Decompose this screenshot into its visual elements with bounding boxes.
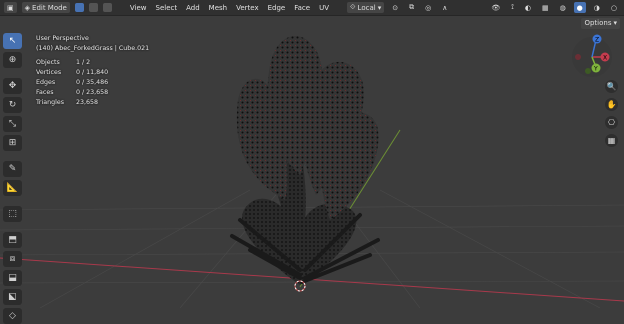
chevron-down-icon: ▾	[613, 19, 617, 27]
stat-value: 1 / 2	[76, 59, 91, 66]
grid-toggle-icon[interactable]: ▦	[605, 134, 618, 147]
mode-label: Edit Mode	[32, 3, 67, 12]
cube-icon: ▣	[7, 3, 14, 12]
transform-orientation-dropdown[interactable]: ⟐ Local ▾	[347, 2, 385, 13]
vertex-select-mode-icon[interactable]	[74, 3, 84, 12]
options-dropdown[interactable]: Options ▾	[581, 17, 620, 29]
viewport-text-overlay: User Perspective (140) Abec_ForkedGrass …	[36, 34, 149, 108]
menu-edge[interactable]: Edge	[266, 4, 288, 12]
annotate-tool-icon[interactable]: ✎	[3, 161, 22, 177]
overlays-icon[interactable]: ◐	[522, 2, 534, 13]
edge-select-mode-icon[interactable]	[88, 3, 98, 12]
header-options-row: Options ▾	[577, 16, 624, 30]
move-tool-icon[interactable]: ✥	[3, 78, 22, 94]
stat-value: 0 / 11,840	[76, 69, 109, 76]
falloff-icon[interactable]: ∧	[439, 2, 450, 13]
pan-hand-icon[interactable]: ✋	[605, 98, 618, 111]
menu-add[interactable]: Add	[184, 4, 202, 12]
rendered-shading-icon[interactable]: ○	[608, 2, 620, 13]
stat-value: 23,658	[76, 99, 99, 106]
chevron-down-icon: ▾	[377, 3, 382, 12]
menu-view[interactable]: View	[128, 4, 149, 12]
knife-tool-icon[interactable]: ◇	[3, 308, 22, 324]
orientation-label: Local	[357, 3, 376, 12]
viewport-gizmos-icon[interactable]: ⟟	[508, 2, 517, 13]
inset-tool-icon[interactable]: ⧈	[3, 251, 22, 267]
wireframe-shading-icon[interactable]: ◍	[557, 2, 569, 13]
gizmo-z-label: Z	[595, 37, 599, 44]
stat-label: Vertices	[36, 69, 62, 76]
rotate-tool-icon[interactable]: ↻	[3, 97, 22, 113]
mode-selector[interactable]: ◈ Edit Mode	[21, 2, 70, 13]
navigation-controls: 🔍 ✋ ⎔ ▦	[605, 80, 618, 147]
stat-label: Triangles	[36, 99, 65, 106]
snapping-icon[interactable]: ⧉	[406, 2, 417, 13]
menu-uv[interactable]: UV	[317, 4, 331, 12]
orientation-icon: ⟐	[350, 3, 356, 11]
extrude-tool-icon[interactable]: ⬒	[3, 232, 22, 248]
navigation-gizmo: X Z Y	[572, 34, 612, 77]
view-name: User Perspective	[36, 35, 89, 42]
stat-value: 0 / 35,486	[76, 79, 109, 86]
menu-select[interactable]: Select	[154, 4, 180, 12]
camera-view-icon[interactable]: ⎔	[605, 116, 618, 129]
menu-mesh[interactable]: Mesh	[207, 4, 229, 12]
gizmo-x-label: X	[603, 55, 607, 62]
pivot-point-icon[interactable]: ⊙	[389, 2, 401, 13]
stat-value: 0 / 23,658	[76, 89, 109, 96]
transform-tool-icon[interactable]: ⊞	[3, 135, 22, 151]
zoom-icon[interactable]: 🔍	[605, 80, 618, 93]
select-box-tool-icon[interactable]: ↖	[3, 33, 22, 49]
menu-face[interactable]: Face	[292, 4, 312, 12]
stat-label: Edges	[36, 79, 56, 86]
object-info: (140) Abec_ForkedGrass | Cube.021	[36, 45, 150, 52]
measure-tool-icon[interactable]: 📐	[3, 180, 22, 196]
cursor-tool-icon[interactable]: ⊕	[3, 52, 22, 68]
viewport-header: ▣ ◈ Edit Mode View Select Add Mesh Vertex…	[0, 0, 624, 16]
stat-label: Faces	[36, 89, 54, 96]
solid-shading-icon[interactable]: ●	[573, 2, 586, 13]
add-cube-tool-icon[interactable]: ⬚	[3, 206, 22, 222]
gizmo-y-label: Y	[593, 66, 598, 73]
proportional-editing-icon[interactable]: ◎	[422, 2, 434, 13]
options-label: Options	[584, 19, 612, 27]
xray-icon[interactable]: ▦	[539, 2, 552, 13]
menu-vertex[interactable]: Vertex	[234, 4, 261, 12]
edit-mode-icon: ◈	[24, 3, 31, 12]
tool-shelf: ↖ ⊕ ✥ ↻ ⤡ ⊞ ✎ 📐 ⬚ ⬒ ⧈ ⬓ ⬕ ◇	[3, 33, 25, 324]
face-select-mode-icon[interactable]	[102, 3, 112, 12]
material-preview-icon[interactable]: ◑	[591, 2, 603, 13]
editor-type-button[interactable]: ▣	[4, 2, 17, 13]
statistics-table: Objects 1 / 2 Vertices 0 / 11,840 Edges 0 /…	[36, 58, 149, 108]
visibility-icon[interactable]: 👁	[488, 2, 503, 13]
mesh-object	[230, 35, 380, 285]
scale-tool-icon[interactable]: ⤡	[3, 116, 22, 132]
stat-label: Objects	[36, 59, 60, 66]
bevel-tool-icon[interactable]: ⬓	[3, 270, 22, 286]
loop-cut-tool-icon[interactable]: ⬕	[3, 289, 22, 305]
